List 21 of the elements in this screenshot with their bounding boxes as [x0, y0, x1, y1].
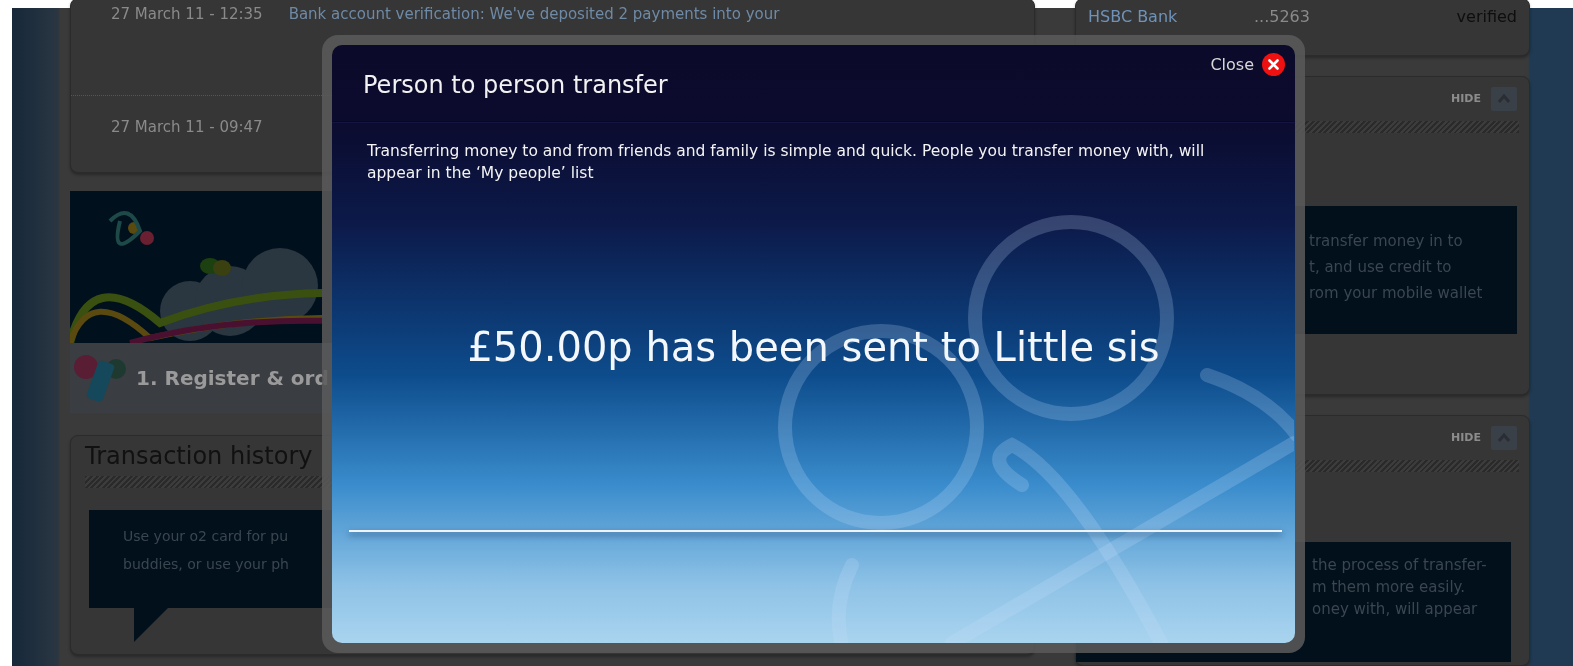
callout-text: rom your mobile wallet	[1309, 283, 1484, 302]
hide-button[interactable]: HIDE	[1451, 92, 1481, 106]
bank-name-link[interactable]: HSBC Bank	[1088, 7, 1254, 26]
close-button[interactable]: Close	[1210, 45, 1295, 76]
callout-text: the process of transfer-	[1312, 555, 1488, 574]
transfer-confirmation: £50.00p has been sent to Little sis	[466, 324, 1161, 370]
timestamp: 27 March 11 - 09:47	[111, 117, 263, 136]
notification-message: Bank account verification: We've deposited 2 payments into your	[288, 4, 780, 23]
callout-text: buddies, or use your ph	[123, 556, 290, 572]
dialog-description: Transferring money to and from friends and family is simple and quick. People you transfer money with, will appear in the ‘My people’ list	[367, 141, 1206, 184]
hide-button[interactable]: HIDE	[1451, 431, 1481, 445]
account-number: ...5263	[1254, 7, 1311, 26]
callout-text: transfer money in to	[1309, 231, 1464, 250]
callout-text: m them more easily.	[1312, 577, 1467, 596]
dialog-title: Person to person transfer	[362, 70, 668, 99]
callout-text: t, and use credit to	[1309, 257, 1453, 276]
callout-text: Use your o2 card for pu	[123, 528, 290, 544]
timestamp: 27 March 11 - 12:35	[111, 4, 263, 23]
callout-text: oney with, will appear	[1312, 599, 1479, 618]
close-icon	[1262, 53, 1285, 76]
step-heading: 1. Register & ord	[136, 366, 329, 390]
